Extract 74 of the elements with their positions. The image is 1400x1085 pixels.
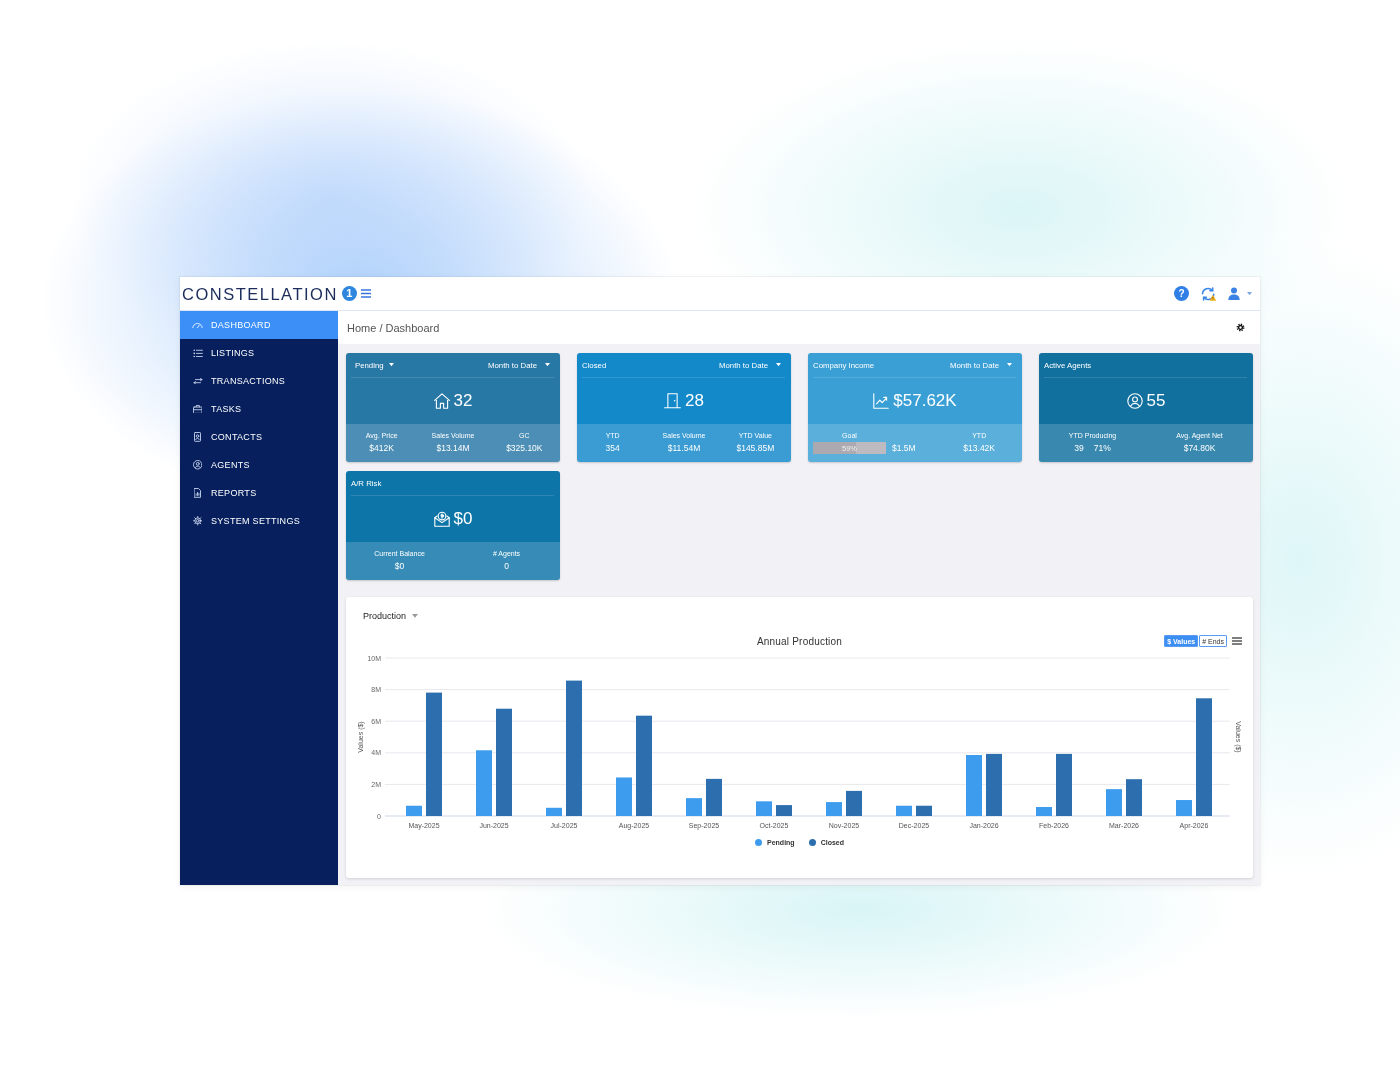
stat-value: $412K	[369, 443, 394, 454]
stat-value: $11.54M	[667, 443, 701, 454]
card-value: 55	[1146, 391, 1166, 411]
stat-value: 39	[1074, 443, 1084, 454]
gauge-icon	[192, 321, 203, 329]
bar	[1106, 789, 1122, 816]
stat-value: 71%	[1093, 443, 1111, 454]
sync-warning-icon[interactable]	[1200, 286, 1217, 301]
bar	[966, 755, 982, 816]
stat-value: $145.85M	[736, 443, 775, 454]
settings-icon[interactable]	[1236, 323, 1245, 332]
bar	[706, 778, 722, 816]
breadcrumb: Home / Dashboard	[347, 321, 440, 334]
envelope-coin-icon	[433, 511, 450, 527]
sidebar-item[interactable]: LISTINGS	[180, 339, 338, 367]
bar	[1056, 753, 1072, 816]
bar	[776, 805, 792, 816]
bar	[616, 777, 632, 816]
stat-value: $13.42K	[963, 443, 995, 454]
gear-icon	[192, 516, 203, 526]
bar	[1036, 807, 1052, 816]
line-chart-icon	[873, 393, 890, 409]
card-value: $0	[453, 509, 473, 529]
sidebar-item[interactable]: TRANSACTIONS	[180, 367, 338, 395]
sidebar-item[interactable]: TASKS	[180, 395, 338, 423]
stat-value: $74.80K	[1183, 443, 1216, 454]
stat-value: $0	[394, 561, 405, 572]
stat-value: $1.5M	[892, 442, 916, 454]
production-dropdown[interactable]: Production	[363, 609, 419, 623]
menu-icon[interactable]	[1232, 637, 1242, 645]
bar	[1126, 779, 1142, 816]
card-value: 28	[685, 391, 704, 411]
document-chart-icon	[194, 488, 201, 498]
house-icon	[433, 393, 450, 409]
chart-title: Annual Production	[756, 635, 843, 647]
logo-badge: 1	[341, 286, 357, 301]
caret-icon	[412, 614, 419, 618]
user-menu-button[interactable]	[1228, 287, 1252, 300]
contact-card-icon	[194, 432, 201, 442]
bar	[756, 801, 772, 816]
caret-icon	[1247, 291, 1252, 296]
sidebar-item[interactable]: CONTACTS	[180, 423, 338, 451]
bar	[826, 802, 842, 816]
sidebar-item[interactable]: AGENTS	[180, 451, 338, 479]
caret-icon	[776, 363, 781, 367]
card-value: 32	[453, 391, 473, 411]
stat-value: 0	[504, 561, 509, 572]
bar	[546, 807, 562, 816]
bar	[476, 750, 492, 816]
bar	[846, 790, 862, 816]
stat-value: 354	[605, 443, 620, 454]
exchange-arrows-icon	[192, 377, 203, 385]
sidebar-item[interactable]: REPORTS	[180, 479, 338, 507]
stat-value: $325.10K	[506, 443, 543, 454]
menu-icon[interactable]	[360, 289, 371, 298]
bar	[1176, 800, 1192, 816]
caret-icon	[545, 363, 550, 367]
list-icon	[192, 348, 203, 358]
help-button[interactable]: ?	[1174, 286, 1189, 301]
card-value: $57.62K	[893, 391, 957, 411]
sidebar-item[interactable]: SYSTEM SETTINGS	[180, 507, 338, 535]
bar	[916, 805, 932, 816]
logo-text: CONSTELLATION	[182, 283, 338, 304]
bar	[406, 805, 422, 816]
bar	[986, 753, 1002, 816]
briefcase-icon	[192, 404, 203, 414]
caret-icon	[1007, 363, 1012, 367]
bar	[686, 798, 702, 816]
user-icon	[1228, 287, 1240, 300]
user-circle-icon	[192, 460, 203, 470]
stat-value: $13.14M	[436, 443, 470, 454]
user-circle-icon	[1126, 393, 1143, 409]
door-icon	[664, 393, 682, 409]
bar	[896, 805, 912, 816]
